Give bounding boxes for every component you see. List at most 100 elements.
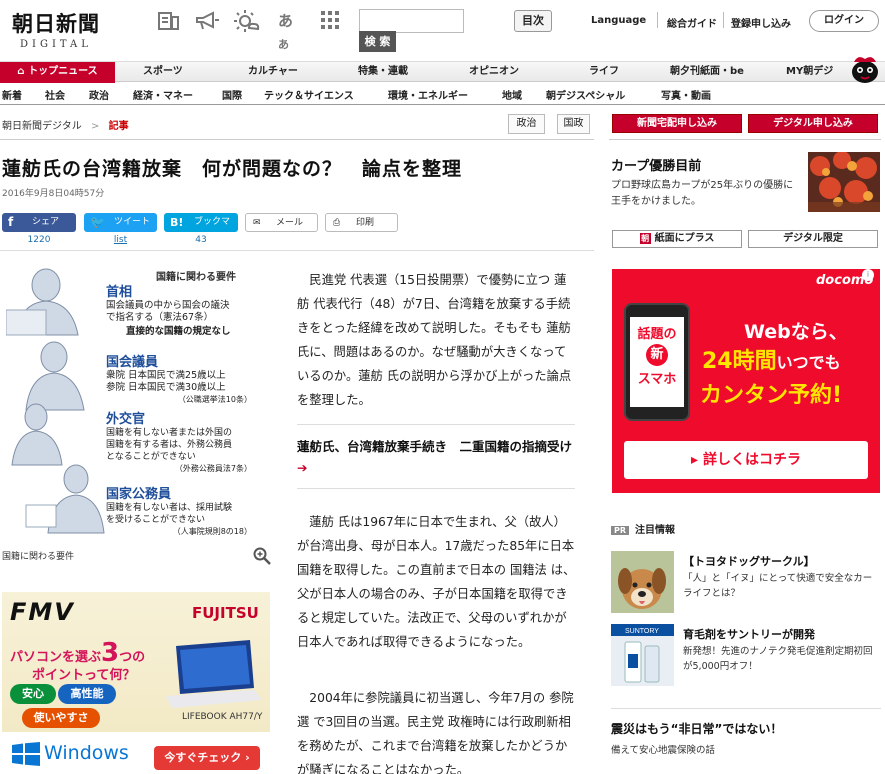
subnav-item[interactable]: 経済・マネー	[133, 87, 193, 102]
smartphone-image: 話題の 新 スマホ	[624, 303, 690, 421]
dog-photo[interactable]	[611, 551, 674, 613]
sub-nav: 新着 社会 政治 経済・マネー 国際 テック＆サイエンス 環境・エネルギー 地域…	[0, 83, 885, 105]
mail-icon: ✉	[253, 218, 261, 228]
item-line: （人事院規則8の18）	[172, 527, 252, 536]
pr-title[interactable]: 育毛剤をサントリーが開発	[683, 626, 815, 642]
feature-title[interactable]: カープ優勝目前	[611, 155, 701, 174]
bookmark-count: 43	[195, 235, 207, 245]
article-paragraph: 蓮舫 氏は1967年に日本で生まれ、父（故人）が台湾出身、母が日本人。17歳だっ…	[297, 510, 577, 654]
fmv-ad[interactable]: FMV FUJITSU パソコンを選ぶ3つの ポイントって何？ 安心 高性能 使…	[2, 592, 270, 774]
breadcrumb-root[interactable]: 朝日新聞デジタル	[2, 121, 82, 132]
nav-opinion[interactable]: オピニオン	[469, 62, 519, 83]
paragraph-text: 蓮舫 氏は1967年に日本で生まれ、父（故人）が台湾出身、母が日本人。17歳だっ…	[297, 515, 576, 649]
nationality-infographic[interactable]: 国籍に関わる要件 首相 国会議員の中から国会の議決 で指名する（憲法67条） 直…	[5, 265, 268, 540]
subnav-item[interactable]: 写真・動画	[661, 87, 711, 102]
ad-text: パソコンを選ぶ	[10, 650, 102, 665]
item-line: （公職選挙法10条）	[177, 395, 252, 404]
digital-subscribe-button[interactable]: デジタル申し込み	[748, 114, 878, 133]
phone-text: スマホ	[637, 372, 677, 387]
svg-text:SUNTORY: SUNTORY	[625, 628, 659, 635]
search-button[interactable]: 検 索	[359, 31, 396, 52]
ad-text: つの	[119, 650, 146, 665]
nav-paper[interactable]: 朝夕刊紙面・be	[670, 62, 744, 83]
subnav-item[interactable]: 環境・エネルギー	[388, 87, 468, 102]
fujitsu-logo: FUJITSU	[192, 604, 259, 622]
infographic-item: 国家公務員 国籍を有しない者は、採用試験 を受けることができない （人事院規則8…	[106, 483, 266, 538]
nav-my[interactable]: MY朝デジ	[786, 62, 833, 83]
search-input[interactable]	[359, 9, 464, 33]
language-link[interactable]: Language	[591, 15, 646, 26]
ad-cta-button[interactable]: 今すぐチェック ›	[154, 746, 260, 770]
breadcrumb-sep: >	[91, 121, 100, 132]
site-logo[interactable]: 朝日新聞 DIGITAL	[12, 8, 104, 50]
ad-pill: 安心	[10, 684, 56, 704]
item-line: を受けることができない	[106, 515, 206, 525]
toc-button[interactable]: 目次	[514, 10, 552, 32]
weather-icon[interactable]	[234, 10, 260, 32]
facebook-share-button[interactable]: f シェア	[2, 213, 76, 232]
arrow-right-icon: ➔	[297, 460, 308, 475]
subnav-item[interactable]: 新着	[2, 87, 22, 102]
item-line: 衆院 日本国民で満25歳以上	[106, 370, 226, 381]
divider	[609, 139, 881, 140]
subnav-item[interactable]: テック＆サイエンス	[264, 87, 354, 102]
subnav-item[interactable]: 国際	[222, 87, 242, 102]
grid-menu-icon[interactable]	[320, 10, 344, 32]
nav-life[interactable]: ライフ	[589, 62, 619, 83]
ad-text: 24時間	[702, 349, 777, 374]
font-size-icon[interactable]: ああ	[278, 10, 302, 51]
item-title: 首相	[106, 285, 133, 300]
tweet-button[interactable]: 🐦 ツイート	[84, 213, 157, 232]
login-button[interactable]: ログイン	[809, 10, 879, 32]
paragraph-text: 2004年に参院議員に初当選し、今年7月の 参院選 で3回目の当選。民主党 政権…	[297, 691, 574, 774]
nav-features[interactable]: 特集・連載	[358, 62, 408, 83]
pr-heading: 注目情報	[635, 525, 676, 536]
zoom-icon[interactable]	[253, 547, 271, 565]
infographic-item: 国会議員 衆院 日本国民で満25歳以上 参院 日本国民で満30歳以上 （公職選挙…	[106, 351, 266, 406]
nav-culture[interactable]: カルチャー	[248, 62, 298, 83]
item-line: で指名する（憲法67条）	[106, 312, 214, 323]
tweet-list-link[interactable]: list	[84, 235, 157, 245]
ad-cta-button[interactable]: ▸ 詳しくはコチラ	[624, 441, 868, 479]
bookmark-button[interactable]: B! ブックマーク	[164, 213, 238, 246]
mascot-icon	[848, 54, 882, 84]
pr-badge: PR	[611, 526, 630, 535]
suntory-bottle-image[interactable]: SUNTORY	[611, 624, 674, 686]
megaphone-icon[interactable]	[194, 10, 219, 32]
tag-national[interactable]: 国政	[557, 114, 590, 134]
paper-plus-button[interactable]: 朝紙面にプラス	[612, 230, 742, 248]
subnav-item[interactable]: 地域	[502, 87, 522, 102]
logo-main: 朝日新聞	[12, 11, 100, 36]
pr-section-heading: PR 注目情報	[611, 521, 675, 536]
tag-politics[interactable]: 政治	[508, 114, 545, 134]
item-line: 国籍を有しない者は、採用試験	[106, 503, 233, 513]
promo-title[interactable]: 震災はもう“非日常”ではない！	[611, 720, 782, 737]
pr-title[interactable]: 【トヨタドッグサークル】	[683, 553, 815, 569]
subnav-item[interactable]: 政治	[89, 87, 109, 102]
subnav-item[interactable]: 社会	[45, 87, 65, 102]
mail-button[interactable]: ✉ メール	[245, 213, 318, 232]
article-paragraph: 民進党 代表選（15日投開票）で優勢に立つ 蓮舫 代表代行（48）が7日、台湾籍…	[297, 268, 577, 412]
signup-link[interactable]: 登録申し込み	[731, 15, 791, 30]
newspaper-icon[interactable]	[157, 10, 181, 32]
related-article-link[interactable]: 蓮舫氏、台湾籍放棄手続き 二重国籍の指摘受け ➔	[297, 436, 577, 478]
divider	[611, 708, 881, 709]
share-label: シェア	[32, 217, 60, 227]
article-date: 2016年9月8日04時57分	[2, 189, 105, 199]
article-paragraph: 2004年に参院議員に初当選し、今年7月の 参院選 で3回目の当選。民主党 政権…	[297, 686, 577, 774]
item-title: 国会議員	[106, 355, 159, 370]
subnav-item[interactable]: 朝デジスペシャル	[546, 87, 625, 102]
guide-link[interactable]: 総合ガイド	[667, 15, 717, 30]
article-title: 蓮舫氏の台湾籍放棄 何が問題なの？ 論点を整理	[2, 158, 463, 180]
pr-description: 「人」と「イヌ」にとって快適で安全なカーライフとは？	[683, 573, 873, 599]
nav-sports[interactable]: スポーツ	[143, 62, 183, 83]
print-button[interactable]: ⎙ 印刷	[325, 213, 398, 232]
digital-only-button[interactable]: デジタル限定	[748, 230, 878, 248]
nav-top-news[interactable]: ⌂ トップニュース	[0, 62, 115, 83]
fmv-brand: FMV	[10, 598, 75, 626]
docomo-ad[interactable]: i docomo 話題の 新 スマホ Webなら、 24時間いつでも カンタン予…	[612, 269, 880, 493]
ad-line: ポイントって何？	[32, 668, 136, 683]
ad-headline: 24時間いつでも	[702, 343, 841, 375]
newspaper-subscribe-button[interactable]: 新聞宅配申し込み	[612, 114, 742, 133]
carp-photo[interactable]	[808, 152, 880, 212]
